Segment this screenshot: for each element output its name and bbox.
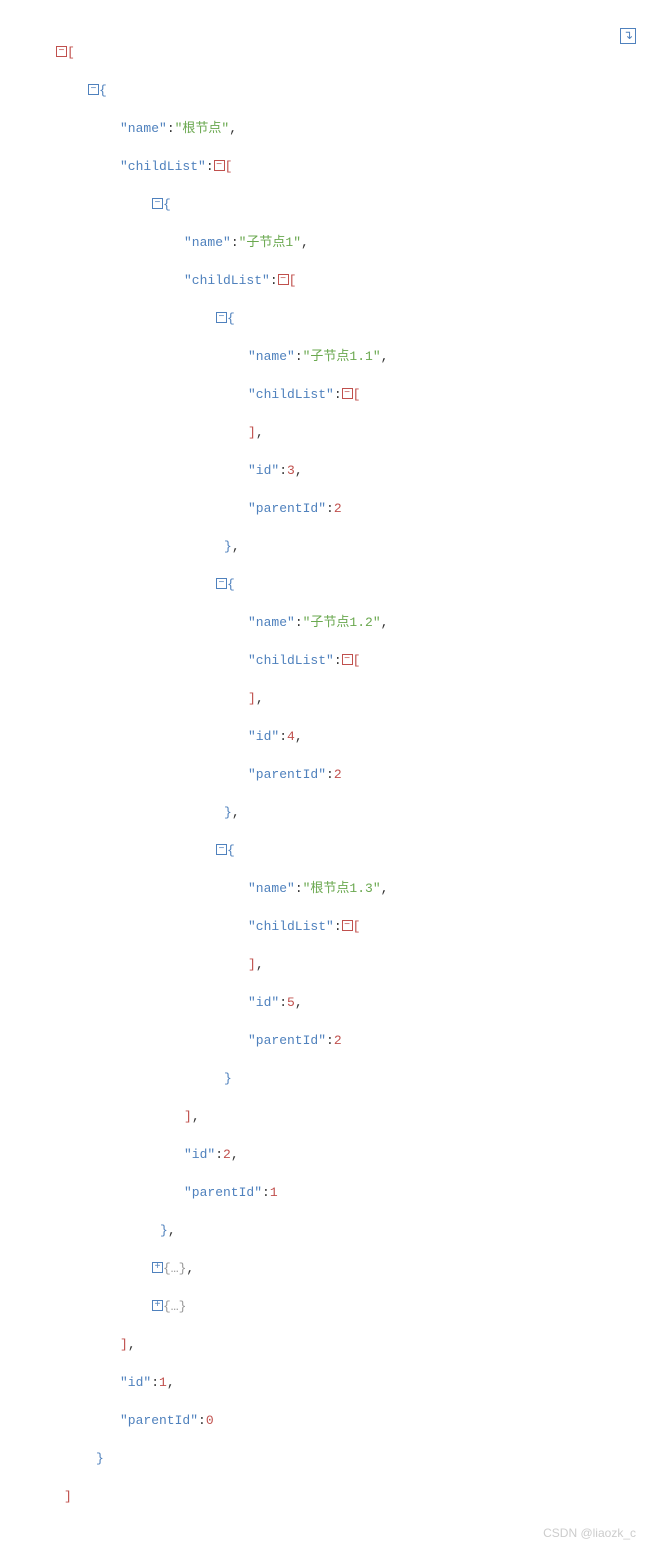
json-number: 1 bbox=[270, 1185, 278, 1200]
json-number: 2 bbox=[334, 1033, 342, 1048]
watermark: CSDN @liaozk_c bbox=[543, 1524, 636, 1543]
json-key: "id" bbox=[120, 1375, 151, 1390]
collapse-icon[interactable] bbox=[56, 46, 67, 57]
json-number: 0 bbox=[206, 1413, 214, 1428]
json-number: 2 bbox=[223, 1147, 231, 1162]
json-key: "name" bbox=[120, 121, 167, 136]
json-string: "子节点1.2" bbox=[303, 615, 381, 630]
json-key: "id" bbox=[248, 729, 279, 744]
json-tree: [ { "name":"根节点", "childList":[ { "name"… bbox=[16, 24, 632, 1525]
json-key: "name" bbox=[248, 615, 295, 630]
expand-icon[interactable] bbox=[152, 1262, 163, 1273]
json-key: "name" bbox=[248, 881, 295, 896]
json-key: "childList" bbox=[248, 387, 334, 402]
collapse-icon[interactable] bbox=[88, 84, 99, 95]
collapsed-object[interactable]: {…} bbox=[163, 1261, 186, 1276]
json-key: "id" bbox=[184, 1147, 215, 1162]
json-key: "id" bbox=[248, 995, 279, 1010]
json-number: 5 bbox=[287, 995, 295, 1010]
import-icon[interactable]: ↴ bbox=[620, 28, 636, 44]
json-string: "根节点" bbox=[175, 121, 230, 136]
json-key: "parentId" bbox=[248, 1033, 326, 1048]
collapse-icon[interactable] bbox=[216, 844, 227, 855]
collapse-icon[interactable] bbox=[342, 920, 353, 931]
json-key: "id" bbox=[248, 463, 279, 478]
json-number: 3 bbox=[287, 463, 295, 478]
json-key: "name" bbox=[184, 235, 231, 250]
json-key: "parentId" bbox=[120, 1413, 198, 1428]
json-number: 1 bbox=[159, 1375, 167, 1390]
json-key: "childList" bbox=[248, 919, 334, 934]
collapse-icon[interactable] bbox=[152, 198, 163, 209]
json-key: "childList" bbox=[120, 159, 206, 174]
json-key: "parentId" bbox=[184, 1185, 262, 1200]
collapse-icon[interactable] bbox=[216, 312, 227, 323]
collapse-icon[interactable] bbox=[342, 388, 353, 399]
expand-icon[interactable] bbox=[152, 1300, 163, 1311]
collapse-icon[interactable] bbox=[216, 578, 227, 589]
collapse-icon[interactable] bbox=[214, 160, 225, 171]
json-number: 4 bbox=[287, 729, 295, 744]
json-key: "childList" bbox=[248, 653, 334, 668]
collapsed-object[interactable]: {…} bbox=[163, 1299, 186, 1314]
json-number: 2 bbox=[334, 767, 342, 782]
json-string: "根节点1.3" bbox=[303, 881, 381, 896]
json-key: "parentId" bbox=[248, 501, 326, 516]
collapse-icon[interactable] bbox=[278, 274, 289, 285]
collapse-icon[interactable] bbox=[342, 654, 353, 665]
json-number: 2 bbox=[334, 501, 342, 516]
json-key: "name" bbox=[248, 349, 295, 364]
json-key: "childList" bbox=[184, 273, 270, 288]
json-key: "parentId" bbox=[248, 767, 326, 782]
json-string: "子节点1" bbox=[239, 235, 301, 250]
json-string: "子节点1.1" bbox=[303, 349, 381, 364]
